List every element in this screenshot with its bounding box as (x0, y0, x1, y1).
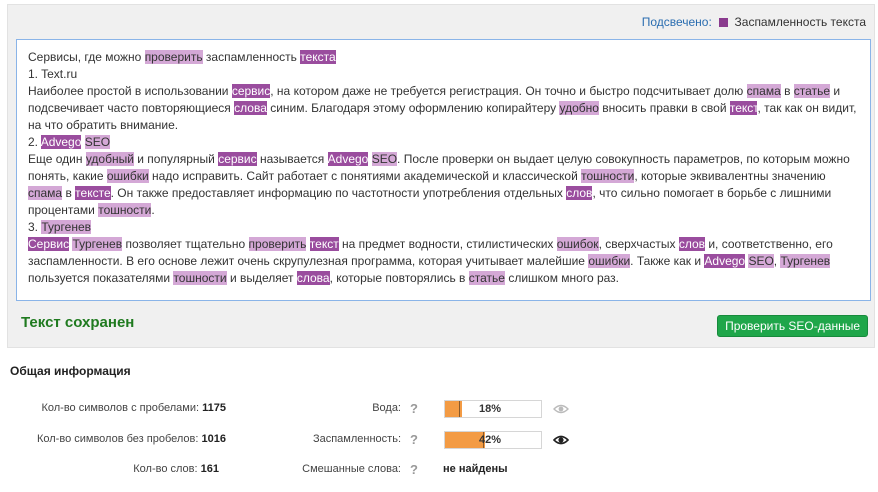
highlighted-word-strong: Сервис (28, 237, 70, 251)
editor-paragraph: 2. Advego SEO (28, 134, 861, 151)
highlighted-word: тошности (173, 271, 227, 285)
spam-bar: 42% (444, 431, 542, 449)
chars-without-spaces-stat: Кол-во символов без пробелов: 1016 (37, 433, 226, 445)
chars-without-spaces-value: 1016 (201, 433, 226, 445)
editor-text: вносить правки в свой (598, 101, 730, 115)
eye-icon-disabled[interactable] (553, 403, 569, 415)
highlighted-word: проверить (144, 50, 203, 64)
editor-text: 2. (28, 135, 41, 149)
editor-text: и популярный (133, 152, 219, 166)
editor-text: называется (256, 152, 328, 166)
editor-text: на предмет водности, стилистических (338, 237, 557, 251)
legend-label: Заспамленность текста (734, 15, 866, 29)
highlighted-word: тошности (98, 203, 152, 217)
saved-status: Текст сохранен (21, 314, 135, 331)
spam-label: Заспамленность: (312, 433, 401, 445)
check-seo-button[interactable]: Проверить SEO-данные (717, 315, 868, 337)
highlighted-word-strong: слов (678, 237, 705, 251)
highlighted-word: SEO (371, 152, 398, 166)
editor-text: в (62, 186, 76, 200)
highlighted-word: удобный (85, 152, 134, 166)
editor-text: Наиболее простой в использовании (28, 84, 232, 98)
editor-paragraph: Сервисы, где можно проверить заспамленно… (28, 49, 861, 66)
editor-paragraph: 1. Text.ru (28, 66, 861, 83)
editor-paragraph: Сервис Тургенев позволяет тщательно пров… (28, 236, 861, 287)
legend-prefix: Подсвечено: (641, 15, 712, 29)
legend-swatch-icon (719, 18, 729, 27)
chars-with-spaces-value: 1175 (202, 402, 226, 414)
editor-paragraph: Наиболее простой в использовании сервис,… (28, 83, 861, 134)
editor-text: синим. Благодаря этому оформлению копира… (266, 101, 560, 115)
highlighted-word: Тургенев (41, 220, 92, 234)
highlighted-word-strong: Advego (40, 135, 82, 149)
highlighted-word: проверить (248, 237, 307, 251)
editor-paragraph: 3. Тургенев (28, 219, 861, 236)
editor-text: , на котором даже не требуется регистрац… (270, 84, 747, 98)
editor-text: слишком много раз. (504, 271, 620, 285)
editor-text: 1. Text.ru (28, 67, 78, 81)
editor-text: , сверхчастых (598, 237, 679, 251)
highlighted-word-strong: текст (309, 237, 339, 251)
highlighted-word-strong: текста (300, 50, 336, 64)
highlighted-word: тошности (581, 169, 635, 183)
chars-with-spaces-label: Кол-во символов с пробелами: (41, 402, 200, 414)
spam-help-icon[interactable]: ? (410, 432, 418, 447)
water-bar: 18% (444, 400, 542, 418)
highlighted-word-strong: сервис (231, 84, 271, 98)
highlighted-word: Тургенев (780, 254, 831, 268)
editor-text: в (780, 84, 794, 98)
chars-with-spaces-stat: Кол-во символов с пробелами: 1175 (41, 402, 226, 414)
editor-text: . Также как и (630, 254, 705, 268)
highlighted-word: SEO (84, 135, 111, 149)
highlighted-word: удобно (559, 101, 599, 115)
editor-text: . (151, 203, 155, 217)
highlighted-word: Тургенев (72, 237, 123, 251)
highlighted-word: SEO (748, 254, 774, 268)
water-label: Вода: (372, 402, 401, 414)
editor-text: , которые эквивалентны значению (634, 169, 826, 183)
highlighted-word-strong: слова (296, 271, 330, 285)
highlighted-word: ошибки (588, 254, 631, 268)
highlighted-word: ошибок (556, 237, 599, 251)
chars-without-spaces-label: Кол-во символов без пробелов: (36, 433, 199, 445)
highlighted-word: статье (793, 84, 830, 98)
highlighted-word-strong: слова (234, 101, 267, 115)
editor-text: Еще один (28, 152, 86, 166)
water-bar-marker (459, 401, 460, 417)
mixed-words-label: Смешанные слова: (302, 463, 401, 475)
editor-text: надо исправить. Сайт работает с понятиям… (148, 169, 582, 183)
highlighted-word: ошибки (106, 169, 149, 183)
editor-text: Сервисы, где можно (28, 50, 145, 64)
general-info-title: Общая информация (10, 364, 131, 378)
highlighted-word-strong: сервис (218, 152, 257, 166)
text-editor[interactable]: Сервисы, где можно проверить заспамленно… (16, 39, 871, 301)
editor-text: позволяет тщательно (122, 237, 249, 251)
highlighted-word-strong: Advego (704, 254, 746, 268)
highlighted-word-strong: тексте (75, 186, 111, 200)
highlighted-word-strong: Advego (327, 152, 369, 166)
eye-icon[interactable] (553, 434, 569, 446)
words-value: 161 (200, 463, 219, 475)
editor-text: пользуется показателями (28, 271, 174, 285)
editor-text: . Он также предоставляет информацию по ч… (110, 186, 567, 200)
highlight-legend: Подсвечено: Заспамленность текста (642, 15, 866, 29)
editor-text: , которые повторялись в (329, 271, 469, 285)
water-value: 18% (479, 403, 502, 415)
highlighted-word-strong: текст (729, 101, 758, 115)
highlighted-word-strong: слов (566, 186, 593, 200)
spam-value: 42% (479, 434, 502, 446)
highlighted-word: спама (28, 186, 63, 200)
highlighted-word: статье (468, 271, 505, 285)
mixed-words-value: не найдены (443, 463, 508, 475)
mixed-help-icon[interactable]: ? (410, 462, 418, 477)
text-check-panel: Подсвечено: Заспамленность текста Сервис… (7, 4, 875, 348)
editor-paragraph: Еще один удобный и популярный сервис наз… (28, 151, 861, 219)
words-label: Кол-во слов: (133, 463, 198, 475)
editor-text: 3. (28, 220, 42, 234)
highlighted-word: спама (746, 84, 781, 98)
editor-text: и выделяет (226, 271, 297, 285)
water-help-icon[interactable]: ? (410, 401, 418, 416)
editor-text: заспамленность (202, 50, 301, 64)
words-stat: Кол-во слов: 161 (133, 463, 219, 475)
